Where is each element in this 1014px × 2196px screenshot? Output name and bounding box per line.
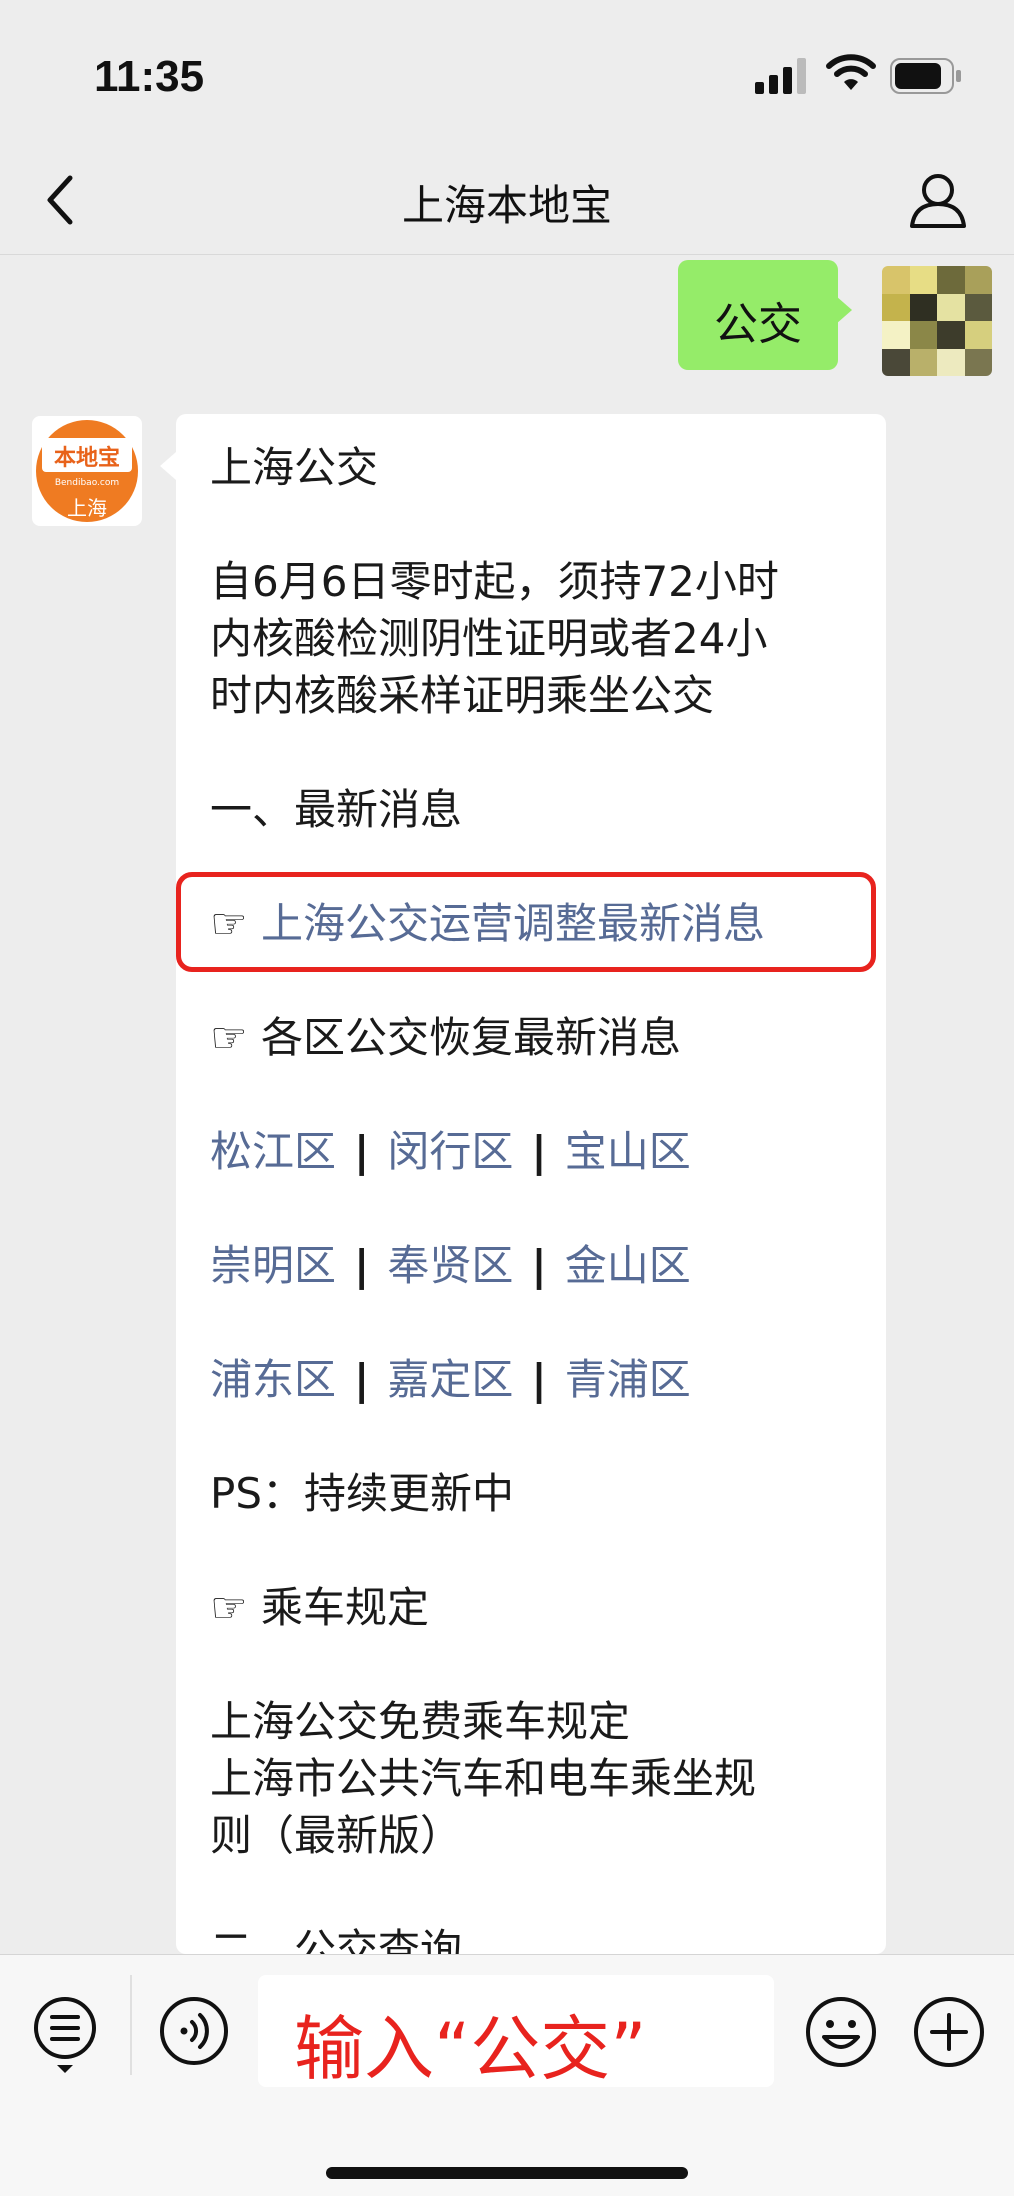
user-avatar[interactable] xyxy=(882,266,992,376)
avatar-brand: 本地宝 xyxy=(53,446,120,471)
battery-icon xyxy=(890,58,961,94)
rule-link[interactable]: 则（最新版） xyxy=(210,1808,462,1864)
district-link[interactable]: 松江区 xyxy=(210,1127,336,1176)
rule-link[interactable]: 上海公交免费乘车规定 xyxy=(210,1694,630,1750)
message-input[interactable]: 输入“公交” xyxy=(258,1975,774,2090)
home-indicator xyxy=(326,2167,688,2179)
district-link[interactable]: 金山区 xyxy=(565,1241,691,1290)
pointer-icon: ☞ xyxy=(210,1013,248,1062)
notice-line: 自6月6日零时起，须持72小时 xyxy=(210,557,779,606)
highlight-annotation-box xyxy=(176,872,876,972)
rules-heading-row: ☞ 乘车规定 xyxy=(210,1580,429,1636)
reply-message-bubble: 上海公交 自6月6日零时起，须持72小时 内核酸检测阴性证明或者24小 时内核酸… xyxy=(176,414,886,1954)
rules-heading: 乘车规定 xyxy=(261,1583,430,1632)
avatar-domain: Bendibao.com xyxy=(54,478,120,488)
status-bar: 11:35 xyxy=(0,0,1014,150)
separator: | xyxy=(531,1241,547,1290)
wifi-icon xyxy=(826,54,876,90)
district-link[interactable]: 崇明区 xyxy=(210,1241,336,1290)
voice-icon[interactable] xyxy=(158,1995,230,2067)
sent-message-bubble[interactable]: 公交 xyxy=(678,260,852,370)
separator: | xyxy=(531,1127,547,1176)
pointer-icon: ☞ xyxy=(210,1583,248,1632)
section-heading-query: 二、公交查询 xyxy=(210,1925,463,1954)
profile-icon[interactable] xyxy=(908,168,968,232)
chat-header: 上海本地宝 xyxy=(0,150,1014,255)
district-row: 浦东区 | 嘉定区 | 青浦区 xyxy=(210,1352,691,1408)
district-link[interactable]: 青浦区 xyxy=(565,1355,691,1404)
separator: | xyxy=(531,1355,547,1404)
district-link[interactable]: 嘉定区 xyxy=(387,1355,513,1404)
ps-note: PS：持续更新中 xyxy=(210,1469,514,1518)
bubble-tail xyxy=(160,452,176,480)
bendibao-avatar[interactable]: 本地宝 Bendibao.com 上海 xyxy=(32,416,142,526)
reply-title: 上海公交 xyxy=(210,443,379,492)
district-row: 松江区 | 闵行区 | 宝山区 xyxy=(210,1124,691,1180)
status-time: 11:35 xyxy=(94,52,205,101)
district-heading: 各区公交恢复最新消息 xyxy=(261,1013,682,1062)
separator: | xyxy=(354,1241,370,1290)
sent-message-text: 公交 xyxy=(714,299,802,350)
notice-line: 内核酸检测阴性证明或者24小 xyxy=(210,614,768,663)
plus-icon[interactable] xyxy=(912,1995,986,2069)
separator: | xyxy=(354,1355,370,1404)
input-toolbar: 输入“公交” xyxy=(0,1954,1014,2196)
input-text: 输入“公交” xyxy=(294,2008,647,2090)
district-link[interactable]: 闵行区 xyxy=(387,1127,513,1176)
emoji-icon[interactable] xyxy=(804,1995,878,2069)
notice-line: 时内核酸采样证明乘坐公交 xyxy=(210,671,715,720)
avatar-city: 上海 xyxy=(67,496,107,520)
toolbar-divider xyxy=(130,1975,132,2075)
district-heading-row: ☞ 各区公交恢复最新消息 xyxy=(210,1010,681,1066)
menu-list-icon[interactable] xyxy=(30,1995,100,2075)
district-link[interactable]: 宝山区 xyxy=(565,1127,691,1176)
signal-icon xyxy=(755,58,806,94)
district-link[interactable]: 奉贤区 xyxy=(387,1241,513,1290)
district-row: 崇明区 | 奉贤区 | 金山区 xyxy=(210,1238,691,1294)
rule-link[interactable]: 上海市公共汽车和电车乘坐规 xyxy=(210,1751,756,1807)
chat-title: 上海本地宝 xyxy=(401,181,612,230)
separator: | xyxy=(354,1127,370,1176)
section-heading-latest: 一、最新消息 xyxy=(210,785,463,834)
district-link[interactable]: 浦东区 xyxy=(210,1355,336,1404)
